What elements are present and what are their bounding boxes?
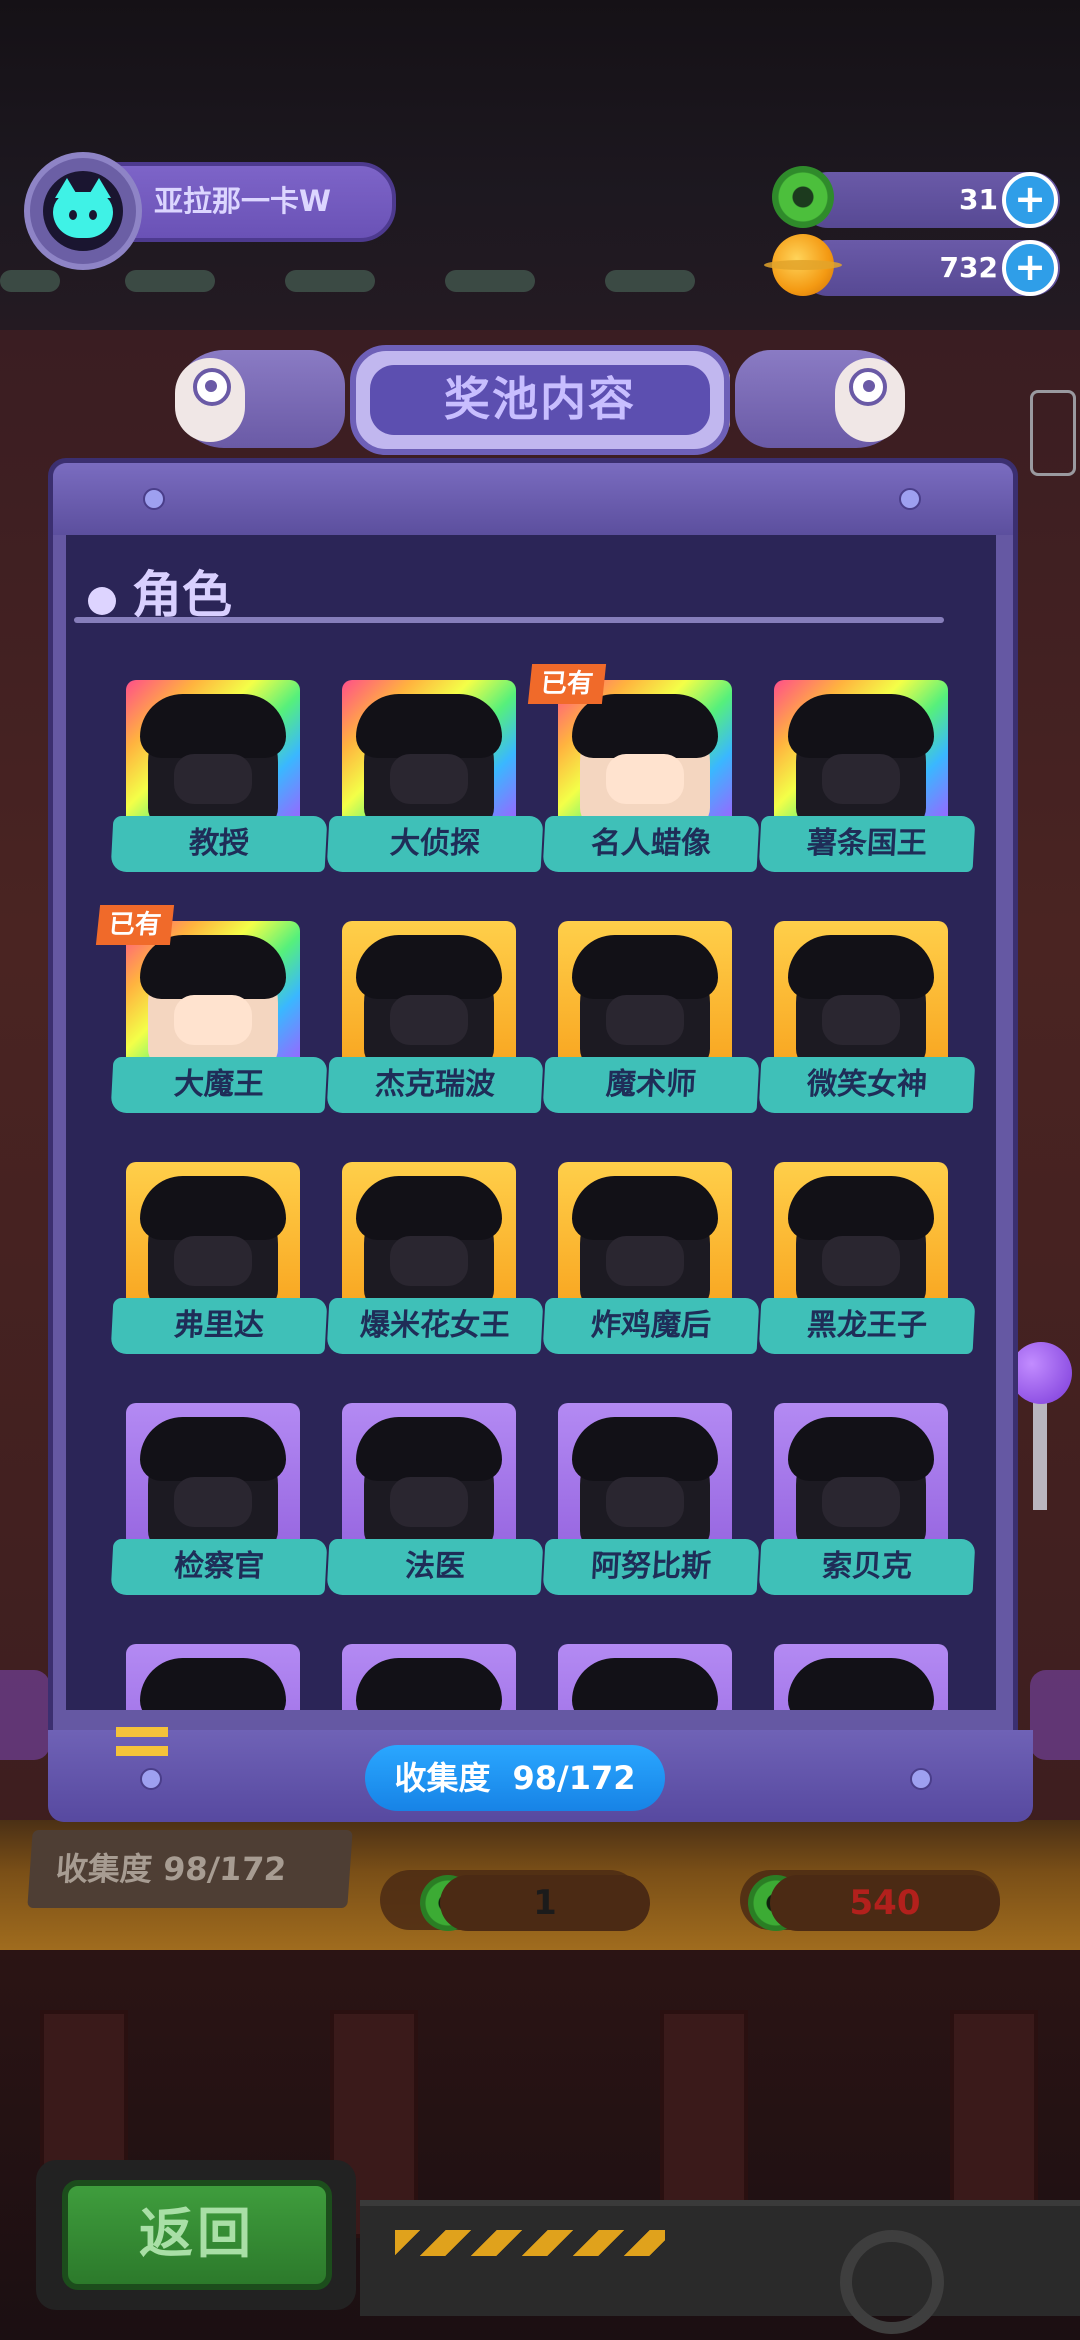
character-name: 索贝克 <box>758 1539 976 1595</box>
character-name: 炸鸡魔后 <box>542 1298 760 1354</box>
character-portrait <box>342 1162 516 1310</box>
character-name: 大魔王 <box>110 1057 328 1113</box>
username: 亚拉那一卡W <box>154 184 331 218</box>
character-name: 魔术师 <box>542 1057 760 1113</box>
page-indicator <box>116 1722 246 1756</box>
fish-left-icon <box>175 338 345 448</box>
character-card[interactable]: 爆米花女王 <box>326 1162 544 1362</box>
character-card[interactable] <box>328 1644 542 1710</box>
character-card[interactable]: 弗里达 <box>110 1162 328 1362</box>
character-card[interactable] <box>544 1644 758 1710</box>
modal-title: 奖池内容 <box>370 365 710 435</box>
background-collection-text: 收集度 98/172 <box>27 1830 353 1908</box>
owned-badge: 已有 <box>95 905 175 945</box>
side-toggle-icon[interactable] <box>1030 390 1076 476</box>
character-card[interactable]: 教授 <box>110 680 328 880</box>
planet-coin-icon <box>764 234 842 296</box>
owned-badge: 已有 <box>527 664 607 704</box>
cat-avatar-icon <box>53 178 113 238</box>
character-name: 爆米花女王 <box>326 1298 544 1354</box>
draw-ten-cost[interactable]: 540 <box>770 1875 1000 1931</box>
wheel-icon <box>840 2230 944 2334</box>
character-name: 检察官 <box>110 1539 328 1595</box>
collection-progress: 收集度 98/172 <box>365 1745 665 1811</box>
character-card[interactable]: 薯条国王 <box>758 680 976 880</box>
character-card[interactable]: 阿努比斯 <box>542 1403 760 1603</box>
joystick-icon <box>1010 1342 1072 1404</box>
character-name: 弗里达 <box>110 1298 328 1354</box>
character-card[interactable]: 法医 <box>326 1403 544 1603</box>
character-portrait <box>126 1644 300 1710</box>
character-card[interactable]: 微笑女神 <box>758 921 976 1121</box>
character-portrait <box>774 1644 948 1710</box>
character-portrait <box>774 680 948 828</box>
character-portrait <box>342 921 516 1069</box>
character-card[interactable]: 索贝克 <box>758 1403 976 1603</box>
character-card[interactable]: 黑龙王子 <box>758 1162 976 1362</box>
section-title: 角色 <box>132 566 232 624</box>
character-portrait <box>126 680 300 828</box>
character-portrait <box>342 680 516 828</box>
add-planet-button[interactable]: + <box>1002 240 1058 296</box>
character-card[interactable]: 炸鸡魔后 <box>542 1162 760 1362</box>
character-card[interactable]: 已有名人蜡像 <box>527 664 760 880</box>
draw-once-cost[interactable]: 1 <box>440 1875 650 1931</box>
currency-donut: 31 + <box>772 166 1060 228</box>
back-button[interactable]: 返回 <box>62 2180 332 2290</box>
character-card[interactable] <box>760 1644 974 1710</box>
character-portrait <box>774 921 948 1069</box>
character-card[interactable]: 大侦探 <box>326 680 544 880</box>
currency-planet: 732 + <box>764 234 1060 296</box>
card-grid-panel[interactable]: 角色 教授 大侦探 已有 名人蜡像 薯条国王 已有 大魔王 杰克瑞波 魔术师 微笑女神 弗里达 爆米花… <box>66 535 996 1710</box>
character-card[interactable]: 魔术师 <box>542 921 760 1121</box>
character-name: 黑龙王子 <box>758 1298 976 1354</box>
character-name: 名人蜡像 <box>542 816 760 872</box>
character-card[interactable] <box>112 1644 326 1710</box>
modal-title-banner: 奖池内容 <box>350 345 730 455</box>
character-name: 阿努比斯 <box>542 1539 760 1595</box>
character-name: 杰克瑞波 <box>326 1057 544 1113</box>
character-portrait <box>126 1403 300 1551</box>
character-portrait <box>342 1403 516 1551</box>
character-card[interactable]: 杰克瑞波 <box>326 921 544 1121</box>
character-portrait <box>558 1644 732 1710</box>
section-divider <box>74 617 944 623</box>
character-card[interactable]: 已有大魔王 <box>95 905 328 1121</box>
left-arrow-icon <box>0 1670 50 1760</box>
character-portrait <box>774 1403 948 1551</box>
character-portrait <box>342 1644 516 1710</box>
character-name: 大侦探 <box>326 816 544 872</box>
character-portrait <box>558 1162 732 1310</box>
add-donut-button[interactable]: + <box>1002 172 1058 228</box>
character-name: 教授 <box>110 816 328 872</box>
fish-right-icon <box>735 338 905 448</box>
character-name: 法医 <box>326 1539 544 1595</box>
character-name: 薯条国王 <box>758 816 976 872</box>
currency-value: 31 <box>959 183 998 216</box>
donut-coin-icon <box>772 166 834 228</box>
character-portrait <box>558 1403 732 1551</box>
right-arrow-icon <box>1030 1670 1080 1760</box>
character-portrait <box>774 1162 948 1310</box>
avatar[interactable] <box>24 152 142 270</box>
character-portrait <box>558 921 732 1069</box>
currency-value: 732 <box>939 251 998 284</box>
character-portrait <box>126 1162 300 1310</box>
character-name: 微笑女神 <box>758 1057 976 1113</box>
character-card[interactable]: 检察官 <box>110 1403 328 1603</box>
